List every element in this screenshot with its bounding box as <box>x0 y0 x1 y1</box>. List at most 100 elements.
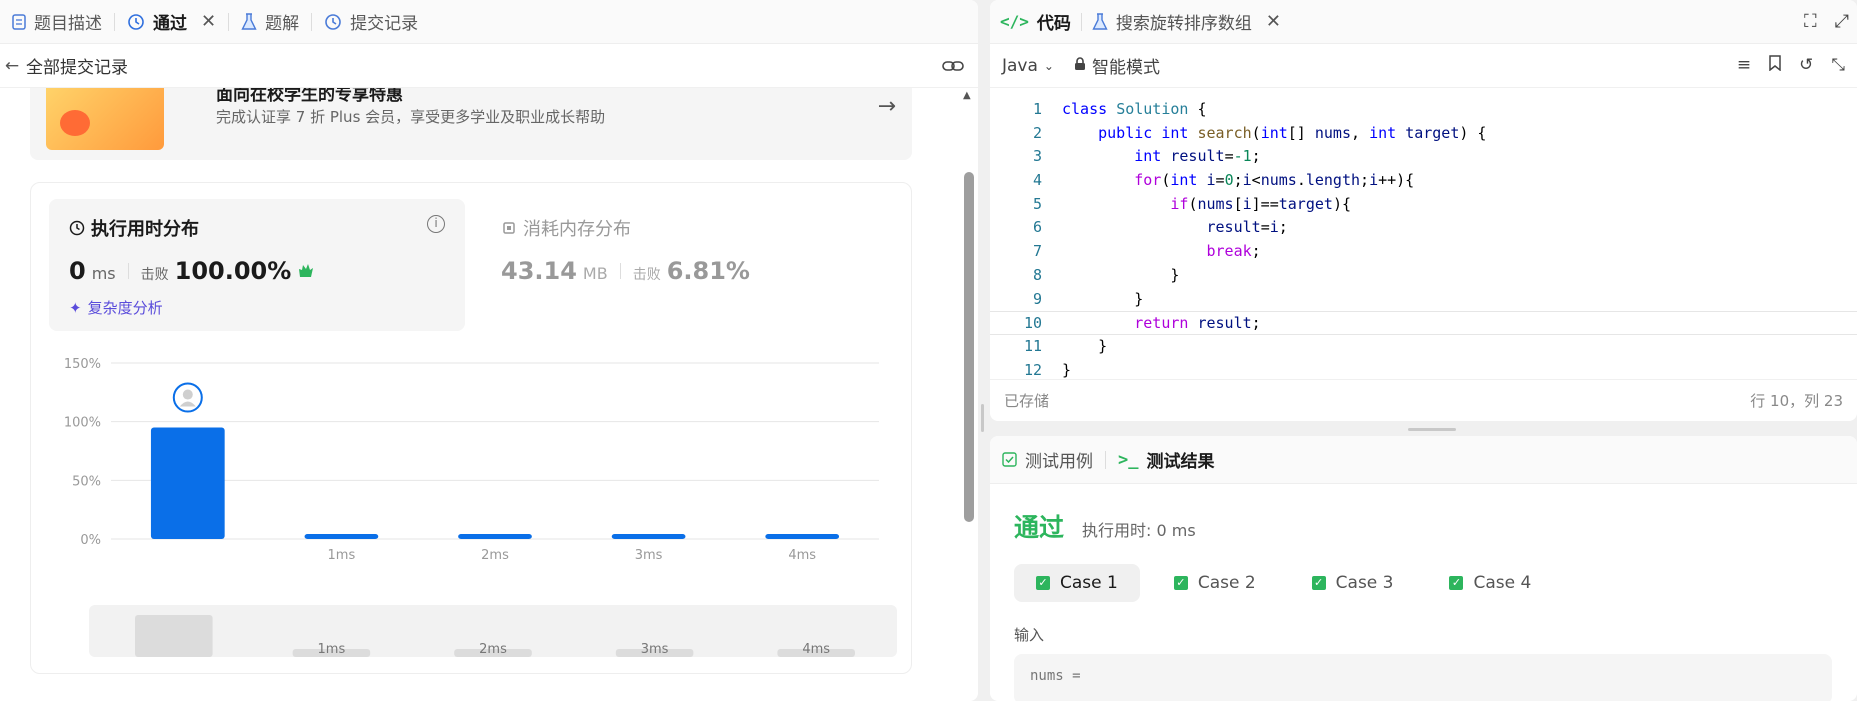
collapse-icon[interactable]: ⤢ <box>1835 11 1849 32</box>
code-line[interactable]: 6 result=i; <box>990 216 1857 240</box>
tab-accepted[interactable]: 通过 ✕ <box>115 0 228 43</box>
chart-bar <box>458 534 532 539</box>
mini-tick-label: 3ms <box>641 642 669 657</box>
divider <box>619 263 621 279</box>
lock-icon <box>1074 56 1086 76</box>
complexity-link[interactable]: ✦ 复杂度分析 <box>69 297 163 318</box>
tab-label: 测试结果 <box>1146 452 1215 472</box>
tab-description[interactable]: 题目描述 <box>0 0 114 43</box>
code-line[interactable]: 2 public int search(int[] nums, int targ… <box>990 122 1857 146</box>
line-number: 6 <box>1032 218 1042 237</box>
link-icon[interactable] <box>942 58 964 74</box>
close-icon[interactable]: ✕ <box>201 11 216 32</box>
memory-heading: 消耗内存分布 <box>501 215 631 241</box>
maximize-icon[interactable]: ⛶ <box>1804 11 1817 32</box>
language-select[interactable]: Java ⌄ <box>1002 56 1054 76</box>
case-tab[interactable]: ✓ Case 3 <box>1290 564 1416 602</box>
breadcrumb-link[interactable]: 全部提交记录 <box>26 53 128 78</box>
runtime-stat: 0 ms 击败 100.00% <box>69 257 315 285</box>
editor-status-bar: 已存储 行 10，列 23 <box>990 379 1857 421</box>
line-number: 2 <box>1032 123 1042 142</box>
info-icon[interactable]: i <box>427 215 445 233</box>
mini-tick-label: 4ms <box>802 642 830 657</box>
code-line[interactable]: 11 } <box>990 335 1857 359</box>
mini-tick-label: 2ms <box>479 642 507 657</box>
memory-unit: MB <box>582 264 608 283</box>
case-tabs: ✓ Case 1 ✓ Case 2 ✓ Case 3 ✓ Case 4 <box>1014 564 1553 602</box>
runtime-heading: 执行用时分布 <box>69 215 199 241</box>
y-tick-label: 150% <box>64 357 101 372</box>
case-tab[interactable]: ✓ Case 4 <box>1427 564 1553 602</box>
editor-tools: ≡ ↺ ⤡ <box>1737 55 1845 76</box>
code-line[interactable]: 8 } <box>990 264 1857 288</box>
chart-range-slider[interactable]: 1ms 2ms 3ms 4ms <box>89 605 897 657</box>
close-icon[interactable]: ✕ <box>1266 11 1281 32</box>
code-line[interactable]: 10 return result; <box>990 311 1857 335</box>
bookmark-icon[interactable] <box>1769 55 1781 76</box>
line-number: 3 <box>1032 147 1042 166</box>
resize-handle-horizontal[interactable] <box>1408 428 1456 431</box>
mini-tick-label: 1ms <box>318 642 346 657</box>
memory-box[interactable]: 消耗内存分布 43.14 MB 击败 6.81% <box>501 199 861 331</box>
arrow-right-icon[interactable]: → <box>878 94 896 119</box>
history-icon <box>324 13 342 31</box>
runtime-distribution-chart: 0% 50% 100% 150% 1ms 2ms 3ms 4ms <box>51 343 893 567</box>
code-editor[interactable]: 1 class Solution {2 public int search(int… <box>990 98 1857 379</box>
mini-chart-bar <box>135 615 213 657</box>
line-number: 5 <box>1032 194 1042 213</box>
left-scrollbar[interactable]: ▲ <box>962 88 974 688</box>
format-icon[interactable]: ≡ <box>1737 55 1751 76</box>
code-text: break; <box>1206 242 1261 261</box>
clap-icon <box>297 263 315 279</box>
tab-submissions[interactable]: 提交记录 <box>312 0 430 43</box>
tab-code[interactable]: </> 代码 <box>990 0 1081 43</box>
breadcrumb: ← 全部提交记录 <box>0 44 978 88</box>
undo-icon[interactable]: ↺ <box>1799 55 1813 76</box>
banner-title: 面向在校学生的专享特惠 <box>216 88 403 105</box>
flask-icon <box>1092 12 1108 31</box>
code-text: result=i; <box>1206 218 1288 237</box>
scrollbar-thumb[interactable] <box>964 172 974 522</box>
tab-testcases[interactable]: 测试用例 <box>990 436 1105 483</box>
code-line[interactable]: 9 } <box>990 288 1857 312</box>
runtime-box[interactable]: 执行用时分布 i 0 ms 击败 100.00% ✦ 复杂度分析 <box>49 199 465 331</box>
case-tab[interactable]: ✓ Case 2 <box>1152 564 1278 602</box>
mini-chart-svg: 1ms 2ms 3ms 4ms <box>135 615 855 657</box>
promo-banner[interactable]: 面向在校学生的专享特惠 完成认证享 7 折 Plus 会员，享受更多学业及职业成… <box>30 88 912 160</box>
expand-icon[interactable]: ⤡ <box>1831 55 1845 76</box>
tab-problem[interactable]: 搜索旋转排序数组 ✕ <box>1082 0 1291 43</box>
tab-label: 题目描述 <box>34 14 102 34</box>
resize-handle-vertical[interactable] <box>981 404 984 432</box>
chart-bar <box>304 534 379 539</box>
arrow-left-icon[interactable]: ← <box>0 56 24 76</box>
document-icon <box>12 13 26 30</box>
mode-toggle[interactable]: 智能模式 <box>1074 53 1160 78</box>
avatar-head <box>182 389 193 400</box>
code-line[interactable]: 4 for(int i=0;i<nums.length;i++){ <box>990 169 1857 193</box>
input-value-box[interactable]: nums = <box>1014 654 1832 701</box>
result-tab-bar: 测试用例 >_ 测试结果 <box>990 436 1857 484</box>
code-text: } <box>1062 289 1144 308</box>
code-text: } <box>1062 336 1108 355</box>
runtime-beat: 100.00% <box>174 257 292 285</box>
beat-label: 击败 <box>632 267 661 283</box>
triangle-up-icon[interactable]: ▲ <box>963 90 971 101</box>
code-line[interactable]: 3 int result=-1; <box>990 145 1857 169</box>
code-line[interactable]: 7 break; <box>990 240 1857 264</box>
code-line[interactable]: 5 if(nums[i]==target){ <box>990 193 1857 217</box>
app-root: 题目描述 通过 ✕ 题解 提交记录 ← 全部提交记录 面向在校学生的专享特惠 完… <box>0 0 1857 701</box>
tab-test-result[interactable]: >_ 测试结果 <box>1106 436 1226 483</box>
code-line[interactable]: 1 class Solution { <box>990 98 1857 122</box>
x-tick-label: 3ms <box>635 548 663 563</box>
case-label: Case 4 <box>1473 573 1532 593</box>
y-tick-label: 50% <box>72 474 101 489</box>
tab-solutions[interactable]: 题解 <box>229 0 311 43</box>
performance-card: 执行用时分布 i 0 ms 击败 100.00% ✦ 复杂度分析 消耗内存分布 … <box>30 182 912 674</box>
case-tab[interactable]: ✓ Case 1 <box>1014 564 1140 602</box>
chevron-down-icon: ⌄ <box>1043 58 1054 73</box>
history-icon <box>127 13 145 31</box>
tab-label: 通过 <box>153 14 187 34</box>
language-value: Java <box>1002 55 1038 76</box>
check-icon: ✓ <box>1036 576 1050 590</box>
tab-label: 提交记录 <box>350 14 419 34</box>
